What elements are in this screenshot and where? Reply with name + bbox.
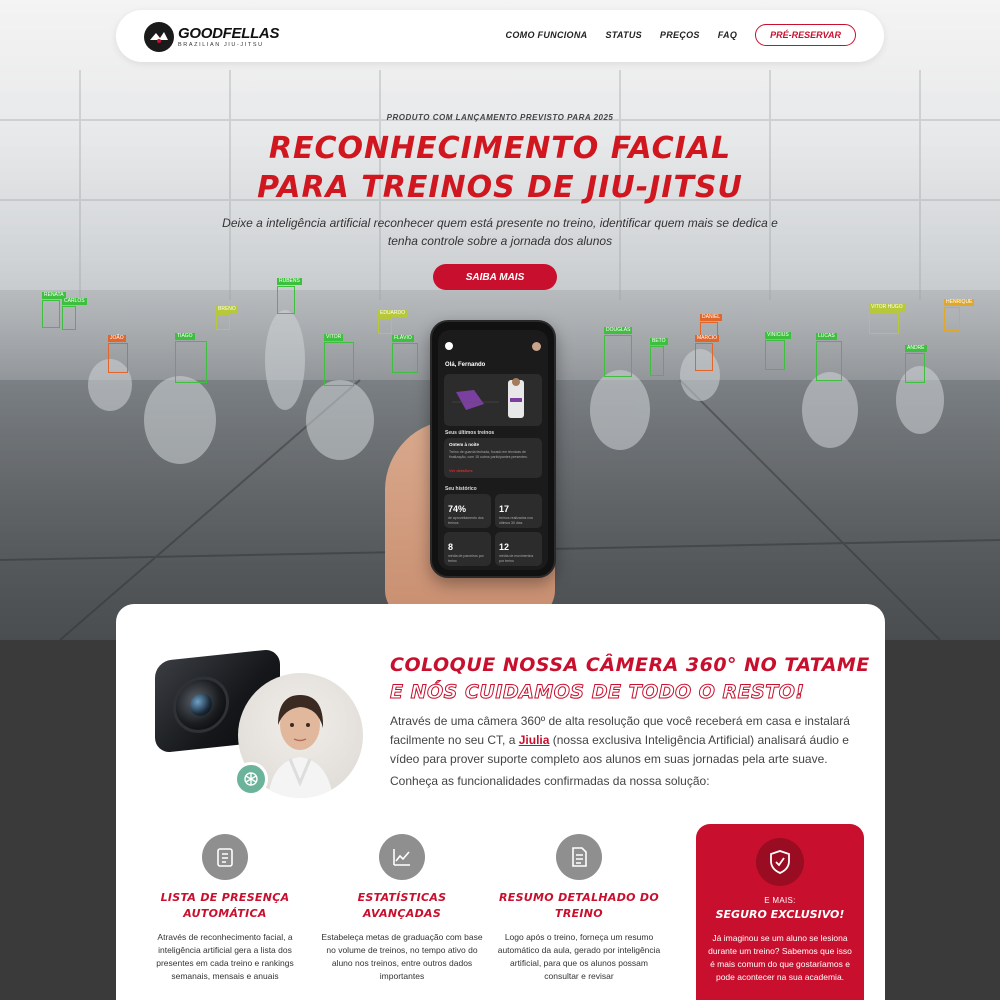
chart-icon xyxy=(379,834,425,880)
stat-label: média de movimentos por treino xyxy=(499,554,534,563)
face-detection-label: BETO xyxy=(650,338,668,345)
logo-subtitle: BRAZILIAN JIU-JITSU xyxy=(178,41,264,48)
shield-check-icon xyxy=(756,838,804,886)
camera-lens xyxy=(173,673,229,736)
ai-badge-icon xyxy=(234,762,268,796)
user-avatar xyxy=(532,342,541,351)
nav-links: COMO FUNCIONA STATUS PREÇOS FAQ PRÉ-RESE… xyxy=(506,24,856,46)
logo[interactable]: GOODFELLAS BRAZILIAN JIU-JITSU xyxy=(144,22,279,52)
face-detection-box xyxy=(695,343,713,371)
feature-title: ESTATÍSTICAS AVANÇADAS xyxy=(357,891,447,920)
face-detection-box xyxy=(816,341,842,381)
face-detection-label: RUBENS xyxy=(277,278,302,285)
feature-title: RESUMO DETALHADO DO TREINO xyxy=(499,891,659,920)
recent-training-card[interactable]: Ontem à noite Treino de guarda fechada, … xyxy=(444,438,542,478)
stat-card: 74% de aproveitamento dos treinos xyxy=(444,494,491,528)
app-greeting: Olá, Fernando xyxy=(445,362,486,368)
face-detection-label: FLÁVIO xyxy=(392,335,414,342)
recent-card-title: Ontem à noite xyxy=(449,442,480,447)
face-detection-label: DOUGLAS xyxy=(604,327,633,334)
exclusive-subtitle: E MAIS: xyxy=(764,896,796,905)
face-detection-label: TIAGO xyxy=(175,333,195,340)
face-detection-label: JOÃO xyxy=(108,335,126,342)
section-title-line1: COLOQUE NOSSA CÂMERA 360° NO TATAME xyxy=(390,654,870,676)
face-detection-box xyxy=(650,346,664,376)
face-detection-box xyxy=(108,343,128,373)
nav-link-faq[interactable]: FAQ xyxy=(718,30,737,40)
logo-name: GOODFELLAS xyxy=(178,24,280,42)
phone-screen: Olá, Fernando Seus últimos treinos Ontem… xyxy=(438,330,548,570)
face-detection-label: HENRIQUE xyxy=(944,299,975,306)
logo-icon xyxy=(144,22,174,52)
hero-title-line2: PARA TREINOS DE JIU-JITSU xyxy=(257,170,743,205)
nav-link-como-funciona[interactable]: COMO FUNCIONA xyxy=(506,30,588,40)
recent-card-text: Treino de guarda fechada, focado em técn… xyxy=(449,450,528,459)
face-detection-label: VINICIUS xyxy=(765,332,791,339)
section-body: Através de uma câmera 360º de alta resol… xyxy=(390,712,860,769)
stat-value: 74% xyxy=(448,504,467,514)
exclusive-desc: Já imaginou se um aluno se lesiona duran… xyxy=(708,933,852,982)
feature-desc: Através de reconhecimento facial, a inte… xyxy=(156,932,294,981)
face-detection-label: CARLOS xyxy=(62,298,87,305)
clipboard-icon xyxy=(202,834,248,880)
face-detection-label: EDUARDO xyxy=(378,310,408,317)
feature-title: LISTA DE PRESENÇA AUTOMÁTICA xyxy=(160,891,290,920)
feature-desc: Estabeleça metas de graduação com base n… xyxy=(321,932,483,981)
face-detection-box xyxy=(62,306,76,330)
stat-card: 12 média de movimentos por treino xyxy=(495,532,542,566)
stat-card: 17 treinos realizados nos últimos 30 dia… xyxy=(495,494,542,528)
jiulia-link[interactable]: Jiulia xyxy=(519,733,550,747)
hero-title-line1: RECONHECIMENTO FACIAL xyxy=(268,131,732,166)
document-icon xyxy=(556,834,602,880)
recent-trainings-title: Seus últimos treinos xyxy=(445,430,495,436)
progress-chart xyxy=(452,378,524,418)
face-detection-box xyxy=(944,307,960,331)
stat-value: 8 xyxy=(448,542,454,552)
section-title-line2: E NÓS CUIDAMOS DE TODO O RESTO! xyxy=(390,681,805,704)
face-detection-label: VITOR xyxy=(324,334,344,341)
nav-link-status[interactable]: STATUS xyxy=(605,30,641,40)
learn-more-button[interactable]: SAIBA MAIS xyxy=(433,264,557,290)
face-detection-box xyxy=(869,312,899,334)
face-detection-box xyxy=(378,318,392,334)
app-logo-icon xyxy=(445,342,453,350)
face-detection-box xyxy=(392,343,418,373)
face-detection-label: LUCAS xyxy=(816,333,837,340)
recent-card-link[interactable]: Ver detalhes xyxy=(449,468,473,473)
navbar: GOODFELLAS BRAZILIAN JIU-JITSU COMO FUNC… xyxy=(116,10,884,62)
section-note: Conheça as funcionalidades confirmadas d… xyxy=(390,774,710,788)
stat-value: 17 xyxy=(499,504,510,514)
exclusive-title: SEGURO EXCLUSIVO! xyxy=(715,908,845,921)
phone-mockup: Olá, Fernando Seus últimos treinos Ontem… xyxy=(430,320,556,578)
face-detection-box xyxy=(765,340,785,370)
feature-statistics: ESTATÍSTICAS AVANÇADAS Estabeleça metas … xyxy=(317,834,487,983)
face-detection-label: DANIEL xyxy=(700,314,723,321)
feature-summary: RESUMO DETALHADO DO TREINO Logo após o t… xyxy=(494,834,664,983)
pre-reserve-button[interactable]: PRÉ-RESERVAR xyxy=(755,24,856,46)
stat-label: média de parceiros por treino xyxy=(448,554,484,563)
stat-value: 12 xyxy=(499,542,510,552)
hero-lead: Deixe a inteligência artificial reconhec… xyxy=(222,216,778,248)
face-detection-label: ANDRÉ xyxy=(905,345,927,352)
belt-progress-card xyxy=(444,374,542,426)
face-detection-label: MARCIO xyxy=(695,335,719,342)
history-title: Seu histórico xyxy=(445,486,477,492)
feature-attendance: LISTA DE PRESENÇA AUTOMÁTICA Através de … xyxy=(140,834,310,983)
feature-desc: Logo após o treino, forneça um resumo au… xyxy=(497,932,661,981)
face-detection-box xyxy=(905,353,925,383)
face-detection-box xyxy=(604,335,632,377)
face-detection-label: BRENO xyxy=(216,306,238,313)
stat-label: treinos realizados nos últimos 30 dias xyxy=(499,516,534,525)
stat-label: de aproveitamento dos treinos xyxy=(448,516,484,525)
face-detection-box xyxy=(216,314,230,330)
hero-kicker: PRODUTO COM LANÇAMENTO PREVISTO PARA 202… xyxy=(386,113,614,122)
face-detection-box xyxy=(324,342,354,386)
face-detection-box xyxy=(175,341,207,383)
face-detection-box xyxy=(42,300,60,328)
face-detection-box xyxy=(277,286,295,314)
face-detection-label: VITOR HUGO xyxy=(869,304,905,311)
nav-link-precos[interactable]: PREÇOS xyxy=(660,30,700,40)
stat-card: 8 média de parceiros por treino xyxy=(444,532,491,566)
exclusive-insurance-card: E MAIS: SEGURO EXCLUSIVO! Já imaginou se… xyxy=(696,824,864,1000)
